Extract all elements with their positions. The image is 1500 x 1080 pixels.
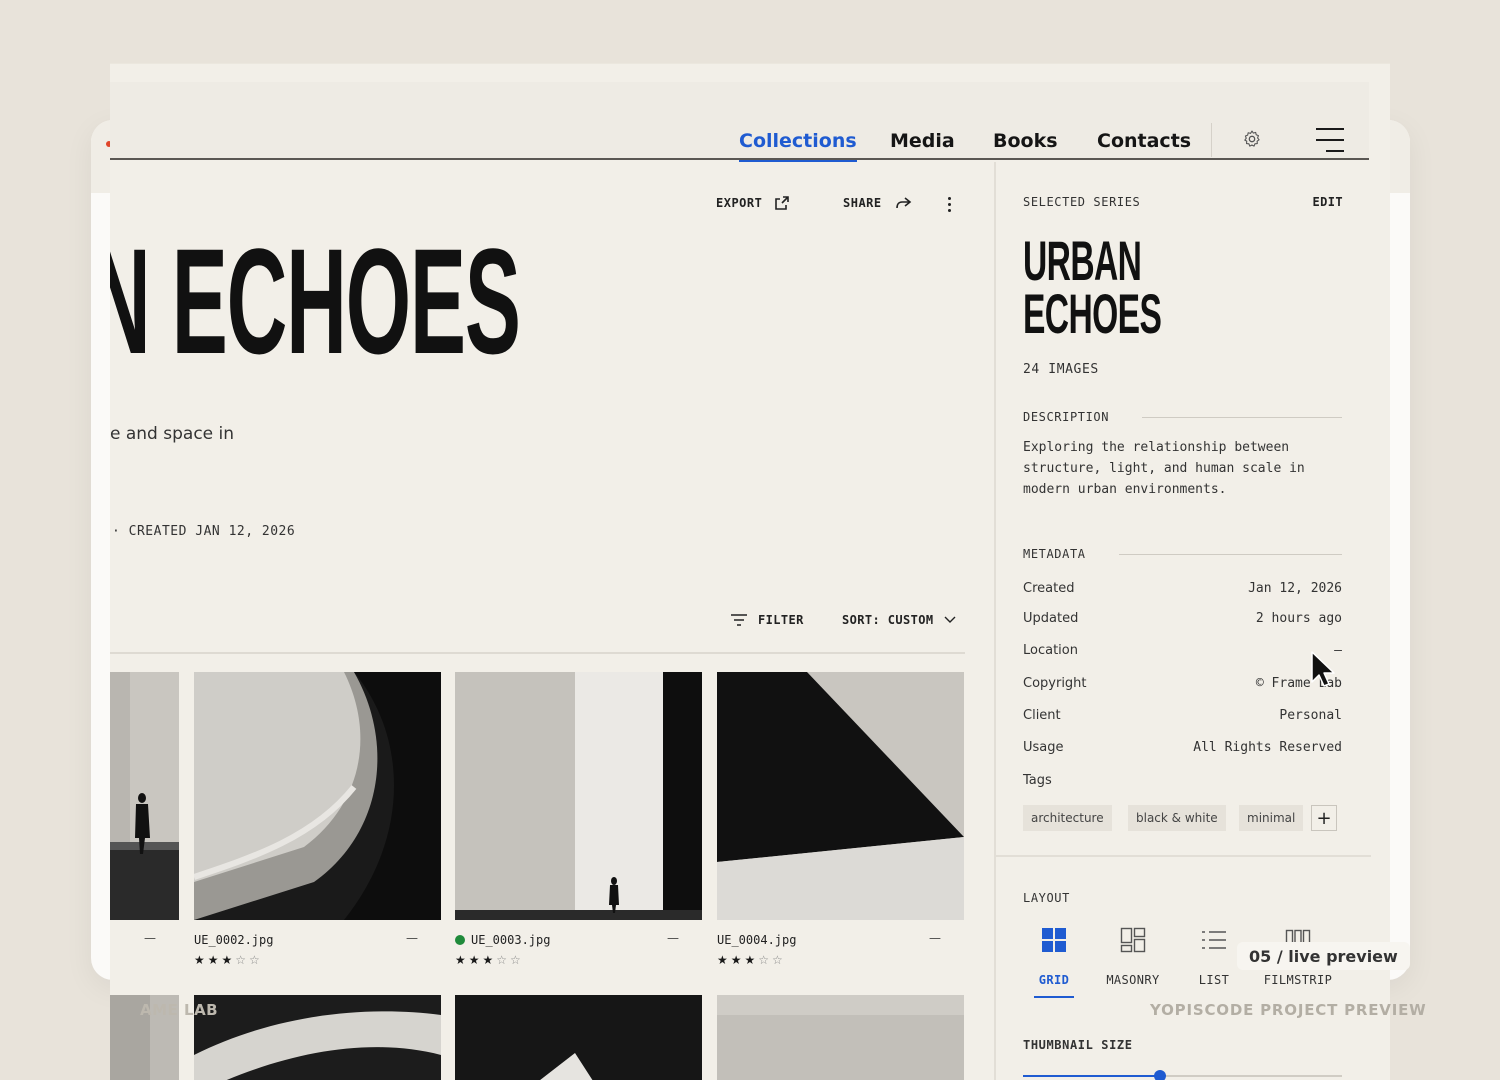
- metadata-row-updated: Updated 2 hours ago: [1023, 611, 1342, 626]
- description-label: DESCRIPTION: [1023, 410, 1110, 424]
- footer-brand: AME LAB: [140, 1001, 219, 1019]
- sidebar-section-divider: [996, 855, 1371, 857]
- selected-series-label: SELECTED SERIES: [1023, 195, 1141, 209]
- metadata-key: Usage: [1023, 740, 1064, 755]
- grid-divider: [110, 652, 965, 654]
- status-dot: [455, 935, 465, 945]
- thumbnail-1-menu[interactable]: —: [144, 931, 156, 945]
- image-count: 24 IMAGES: [1023, 362, 1099, 377]
- grid-icon: [1042, 928, 1066, 952]
- metadata-row-created: Created Jan 12, 2026: [1023, 581, 1342, 596]
- thumbnail-3-menu[interactable]: —: [667, 931, 679, 945]
- image-thumbnail-7[interactable]: [455, 995, 702, 1080]
- filter-button[interactable]: FILTER: [730, 613, 804, 627]
- metadata-row-location[interactable]: Location —: [1023, 643, 1342, 658]
- image-thumbnail-6[interactable]: [194, 995, 441, 1080]
- layout-option-label: FILMSTRIP: [1263, 973, 1333, 987]
- export-icon: [775, 196, 790, 210]
- collection-title: N ECHOES: [110, 217, 521, 385]
- image-thumbnail-1[interactable]: [110, 672, 179, 920]
- main-content: EXPORT SHARE N ECHOES e and space in · C…: [110, 162, 994, 1080]
- gear-icon[interactable]: [1242, 129, 1262, 149]
- description-rule: [1142, 417, 1342, 418]
- series-title: URBAN ECHOES: [1023, 229, 1162, 346]
- nav-link-media[interactable]: Media: [890, 130, 955, 152]
- metadata-row-usage[interactable]: Usage All Rights Reserved: [1023, 740, 1342, 755]
- series-description: Exploring the relationship between struc…: [1023, 440, 1305, 497]
- metadata-value: 2 hours ago: [1255, 611, 1342, 626]
- image-thumbnail-8[interactable]: [717, 995, 964, 1080]
- layout-option-label: LIST: [1198, 973, 1230, 987]
- footer-project-label: YOPISCODE PROJECT PREVIEW: [1150, 1001, 1427, 1019]
- thumbnail-3-rating[interactable]: ★★★☆☆: [455, 953, 524, 967]
- metadata-row-copyright[interactable]: Copyright © Frame Lab: [1023, 676, 1342, 691]
- metadata-value: Personal: [1279, 708, 1342, 723]
- collection-subtitle: e and space in: [110, 424, 235, 444]
- export-button[interactable]: EXPORT: [716, 195, 790, 211]
- thumbnail-2-filename: UE_0002.jpg: [194, 933, 273, 947]
- live-preview-badge: 05 / live preview: [1237, 942, 1410, 970]
- metadata-value: Jan 12, 2026: [1248, 581, 1342, 596]
- sort-dropdown[interactable]: SORT: CUSTOM: [842, 613, 956, 627]
- image-thumbnail-2[interactable]: [194, 672, 441, 920]
- metadata-key: Tags: [1023, 773, 1052, 788]
- filter-label: FILTER: [758, 613, 804, 627]
- tag-chip[interactable]: minimal: [1239, 805, 1304, 831]
- filename-text: UE_0004.jpg: [717, 933, 797, 947]
- thumbnail-size-slider-handle[interactable]: [1154, 1070, 1166, 1080]
- thumbnail-4-filename: UE_0004.jpg: [717, 933, 796, 947]
- metadata-key: Created: [1023, 581, 1075, 596]
- nav-divider: [1211, 123, 1212, 157]
- kebab-more-icon[interactable]: [946, 197, 952, 215]
- share-arrow-icon: [895, 197, 911, 209]
- hamburger-menu-icon[interactable]: [1316, 128, 1344, 152]
- layout-option-label: MASONRY: [1106, 973, 1160, 987]
- thumbnail-4-menu[interactable]: —: [929, 931, 941, 945]
- metadata-label: METADATA: [1023, 547, 1086, 561]
- collection-created-date: · CREATED JAN 12, 2026: [112, 524, 296, 539]
- metadata-key: Updated: [1023, 611, 1079, 626]
- metadata-key: Location: [1023, 643, 1078, 658]
- active-layout-indicator: [1034, 996, 1074, 998]
- edit-button[interactable]: EDIT: [1313, 195, 1344, 209]
- series-title-line-2: ECHOES: [1023, 282, 1162, 346]
- tag-chip[interactable]: architecture: [1023, 805, 1112, 831]
- nav-link-collections[interactable]: Collections: [739, 130, 857, 162]
- metadata-key: Copyright: [1023, 676, 1087, 691]
- thumbnail-size-label: THUMBNAIL SIZE: [1023, 1038, 1133, 1052]
- plus-icon[interactable]: +: [1311, 805, 1337, 831]
- metadata-value: All Rights Reserved: [1193, 740, 1342, 755]
- metadata-key: Client: [1023, 708, 1061, 723]
- share-button[interactable]: SHARE: [843, 195, 912, 211]
- top-navigation: Collections Media Books Contacts: [110, 82, 1369, 162]
- thumbnail-4-rating[interactable]: ★★★☆☆: [717, 953, 786, 967]
- metadata-rule: [1119, 554, 1342, 555]
- metadata-row-tags: Tags: [1023, 773, 1342, 788]
- export-label: EXPORT: [716, 196, 763, 210]
- sort-label: SORT: CUSTOM: [842, 613, 934, 627]
- image-thumbnail-3[interactable]: [455, 672, 702, 920]
- nav-link-books[interactable]: Books: [993, 130, 1058, 152]
- tag-chip[interactable]: black & white: [1128, 805, 1226, 831]
- image-thumbnail-4[interactable]: [717, 672, 964, 920]
- thumbnail-2-rating[interactable]: ★★★☆☆: [194, 953, 263, 967]
- list-icon: [1202, 931, 1226, 949]
- nav-link-contacts[interactable]: Contacts: [1097, 130, 1191, 152]
- filter-lines-icon: [731, 614, 747, 626]
- mouse-pointer-icon: [1311, 651, 1335, 687]
- layout-label: LAYOUT: [1023, 891, 1070, 905]
- share-label: SHARE: [843, 196, 882, 210]
- chevron-down-icon: [944, 616, 955, 623]
- filename-text: UE_0002.jpg: [194, 933, 274, 947]
- metadata-row-client[interactable]: Client Personal: [1023, 708, 1342, 723]
- app-window: Collections Media Books Contacts EXPORT …: [110, 63, 1390, 1080]
- series-title-line-1: URBAN: [1023, 229, 1142, 292]
- thumbnail-2-menu[interactable]: —: [406, 931, 418, 945]
- masonry-icon: [1120, 927, 1146, 953]
- filename-text: UE_0003.jpg: [471, 933, 551, 947]
- thumbnail-3-filename: UE_0003.jpg: [455, 933, 550, 947]
- thumbnail-size-slider-fill: [1023, 1075, 1160, 1077]
- layout-option-label: GRID: [1038, 973, 1070, 987]
